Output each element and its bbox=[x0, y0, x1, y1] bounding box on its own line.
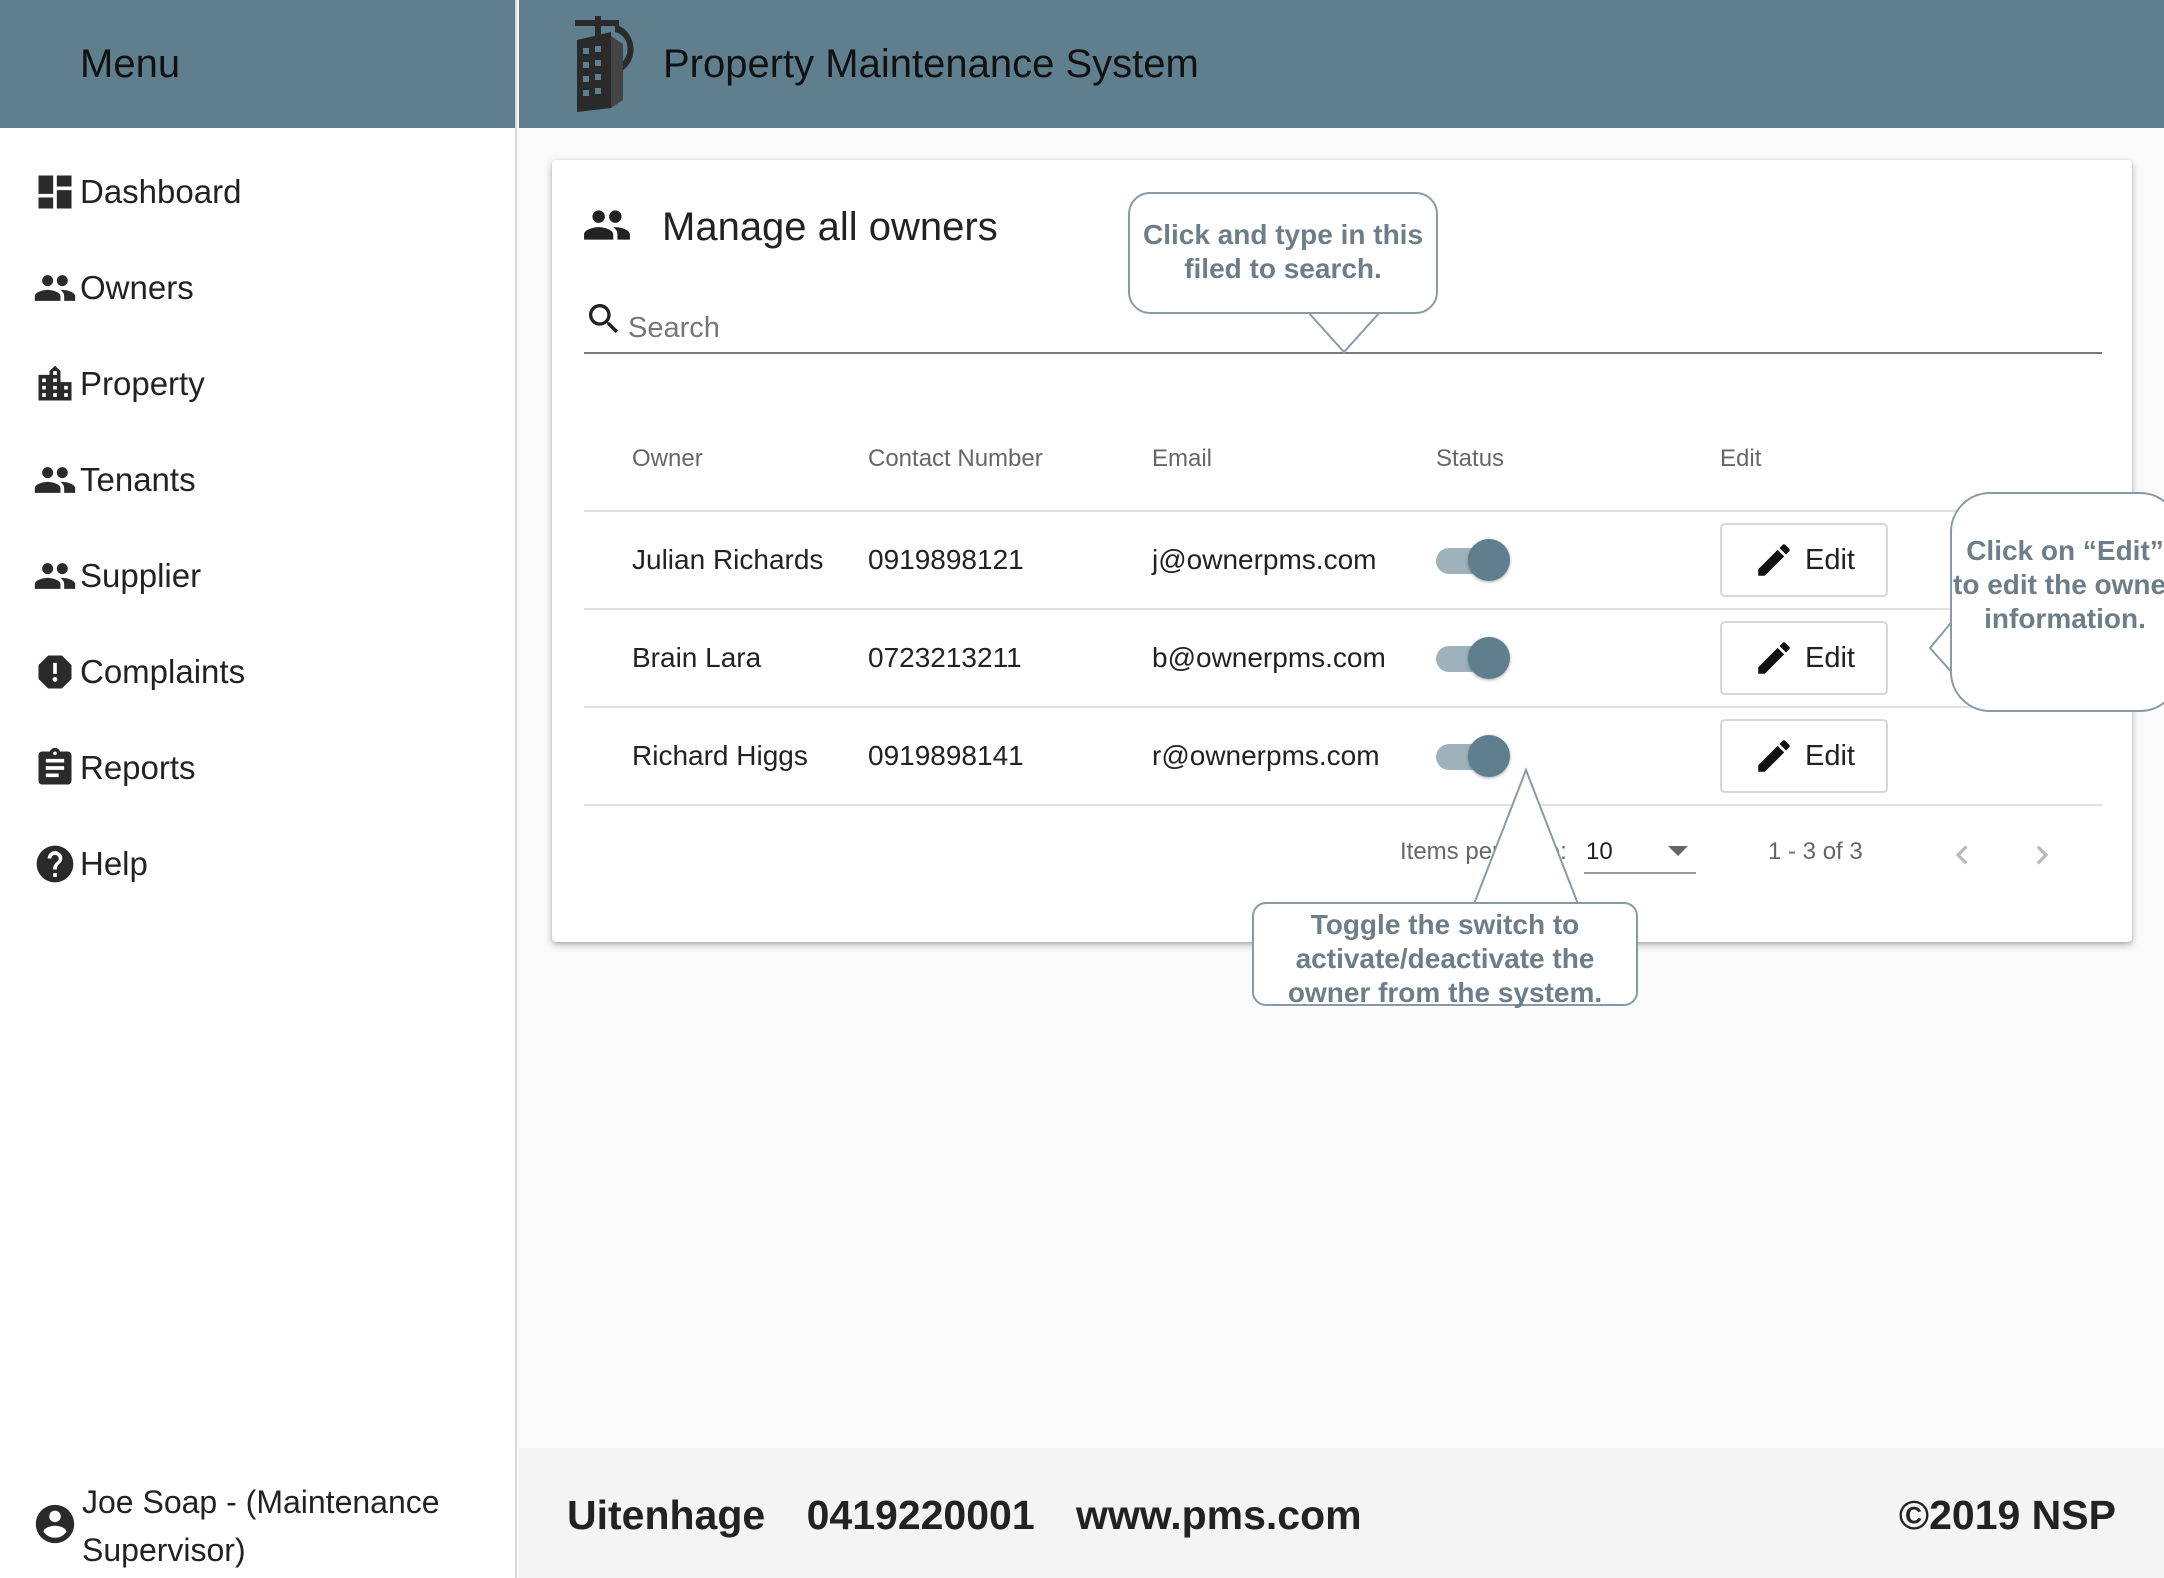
owner-name: Richard Higgs bbox=[584, 707, 868, 806]
sidebar-item-label: Help bbox=[80, 845, 148, 882]
sidebar-item-label: Owners bbox=[80, 269, 194, 306]
owner-name: Julian Richards bbox=[584, 511, 868, 610]
caret-down-icon bbox=[1668, 846, 1688, 856]
sidebar-item-label: Supplier bbox=[80, 557, 202, 594]
status-toggle[interactable] bbox=[1436, 539, 1510, 581]
sidebar-item-complaints[interactable]: Complaints bbox=[0, 624, 515, 720]
email: r@ownerpms.com bbox=[1152, 707, 1436, 806]
items-per-page-select[interactable]: 10 bbox=[1584, 828, 1696, 874]
people-icon bbox=[32, 457, 78, 503]
chevron-left-icon bbox=[1955, 845, 1968, 865]
items-per-page-label: Items per page: bbox=[1400, 838, 1567, 865]
search-input[interactable] bbox=[626, 310, 2030, 346]
alert-octagon-icon bbox=[32, 649, 78, 695]
search-hint-text: Click and type in this filed to search. bbox=[1142, 219, 1424, 284]
dashboard-icon bbox=[32, 169, 78, 215]
edit-button-label: Edit bbox=[1805, 739, 1855, 772]
column-header-status: Status bbox=[1436, 408, 1720, 512]
people-icon bbox=[582, 200, 632, 255]
card-header: Manage all owners bbox=[582, 200, 998, 255]
sidebar-header: Menu bbox=[0, 0, 515, 128]
sidebar-item-dashboard[interactable]: Dashboard bbox=[0, 144, 515, 240]
contact-number: 0919898141 bbox=[868, 707, 1152, 806]
account-circle-icon bbox=[32, 1501, 78, 1552]
paginator: Items per page: 10 1 - 3 of 3 bbox=[552, 820, 2132, 890]
footer-city: Uitenhage bbox=[567, 1492, 766, 1538]
app-header: Property Maintenance System bbox=[519, 0, 2164, 128]
help-circle-icon bbox=[32, 841, 78, 887]
people-icon bbox=[32, 265, 78, 311]
sidebar-item-supplier[interactable]: Supplier bbox=[0, 528, 515, 624]
edit-hint-callout: Click on “Edit” to edit the owner inform… bbox=[1950, 492, 2164, 712]
next-page-button[interactable] bbox=[2016, 829, 2068, 881]
toggle-knob bbox=[1468, 539, 1510, 581]
sidebar-title: Menu bbox=[80, 41, 181, 86]
table-row: Richard Higgs 0919898141 r@ownerpms.com … bbox=[584, 707, 2102, 806]
clipboard-icon bbox=[32, 745, 78, 791]
sidebar-item-reports[interactable]: Reports bbox=[0, 720, 515, 816]
email: j@ownerpms.com bbox=[1152, 511, 1436, 610]
sidebar-item-property[interactable]: Property bbox=[0, 336, 515, 432]
search-icon bbox=[584, 299, 624, 344]
page-range: 1 - 3 of 3 bbox=[1768, 838, 1863, 865]
footer-copyright: ©2019 NSP bbox=[1898, 1492, 2116, 1538]
status-cell bbox=[1436, 609, 1720, 708]
column-header-owner: Owner bbox=[584, 408, 868, 512]
sidebar-item-label: Reports bbox=[80, 749, 196, 786]
edit-hint-text: Click on “Edit” to edit the owner inform… bbox=[1953, 535, 2164, 634]
items-per-page-value: 10 bbox=[1586, 838, 1613, 865]
contact-number: 0723213211 bbox=[868, 609, 1152, 708]
app-title: Property Maintenance System bbox=[663, 41, 1199, 86]
user-profile[interactable]: Joe Soap - (Maintenance Supervisor) bbox=[32, 1478, 482, 1574]
sidebar-item-owners[interactable]: Owners bbox=[0, 240, 515, 336]
status-toggle[interactable] bbox=[1436, 637, 1510, 679]
toggle-hint-text: Toggle the switch to activate/deactivate… bbox=[1287, 909, 1603, 1008]
edit-cell: Edit bbox=[1720, 707, 2102, 806]
sidebar-item-tenants[interactable]: Tenants bbox=[0, 432, 515, 528]
sidebar-nav: Dashboard Owners Property Tenants Suppli… bbox=[0, 144, 515, 912]
search-hint-callout: Click and type in this filed to search. bbox=[1128, 192, 1438, 314]
people-icon bbox=[32, 553, 78, 599]
footer-website[interactable]: www.pms.com bbox=[1076, 1492, 1362, 1538]
footer-phone: 0419220001 bbox=[806, 1492, 1035, 1538]
toggle-hint-callout: Toggle the switch to activate/deactivate… bbox=[1252, 902, 1638, 1008]
sidebar: Menu Dashboard Owners Property Tenants S… bbox=[0, 0, 517, 1578]
status-cell bbox=[1436, 511, 1720, 610]
toggle-knob bbox=[1468, 637, 1510, 679]
status-cell bbox=[1436, 707, 1720, 806]
table-row: Brain Lara 0723213211 b@ownerpms.com Edi… bbox=[584, 609, 2102, 708]
contact-number: 0919898121 bbox=[868, 511, 1152, 610]
column-header-email: Email bbox=[1152, 408, 1436, 512]
sidebar-item-label: Dashboard bbox=[80, 173, 242, 210]
owners-table: Owner Contact Number Email Status Edit J… bbox=[584, 408, 2102, 806]
edit-button[interactable]: Edit bbox=[1720, 523, 1888, 597]
building-crane-logo bbox=[571, 10, 651, 118]
user-name: Joe Soap - (Maintenance Supervisor) bbox=[82, 1484, 440, 1568]
sidebar-item-help[interactable]: Help bbox=[0, 816, 515, 912]
pencil-icon bbox=[1758, 642, 1790, 674]
edit-button-label: Edit bbox=[1805, 641, 1855, 674]
owner-name: Brain Lara bbox=[584, 609, 868, 708]
pencil-icon bbox=[1758, 544, 1790, 576]
page-title: Manage all owners bbox=[662, 205, 998, 249]
previous-page-button[interactable] bbox=[1936, 829, 1988, 881]
column-header-contact: Contact Number bbox=[868, 408, 1152, 512]
pencil-icon bbox=[1758, 740, 1790, 772]
chevron-right-icon bbox=[2036, 845, 2049, 865]
sidebar-item-label: Property bbox=[80, 365, 205, 402]
edit-button[interactable]: Edit bbox=[1720, 621, 1888, 695]
table-header-row: Owner Contact Number Email Status Edit bbox=[584, 408, 2102, 512]
building-icon bbox=[32, 361, 78, 407]
sidebar-item-label: Tenants bbox=[80, 461, 196, 498]
footer-contact: Uitenhage 0419220001 www.pms.com bbox=[567, 1492, 1392, 1539]
sidebar-item-label: Complaints bbox=[80, 653, 246, 690]
status-toggle[interactable] bbox=[1436, 735, 1510, 777]
edit-button-label: Edit bbox=[1805, 543, 1855, 576]
toggle-knob bbox=[1468, 735, 1510, 777]
email: b@ownerpms.com bbox=[1152, 609, 1436, 708]
footer: Uitenhage 0419220001 www.pms.com ©2019 N… bbox=[519, 1448, 2164, 1578]
edit-button[interactable]: Edit bbox=[1720, 719, 1888, 793]
table-row: Julian Richards 0919898121 j@ownerpms.co… bbox=[584, 511, 2102, 610]
